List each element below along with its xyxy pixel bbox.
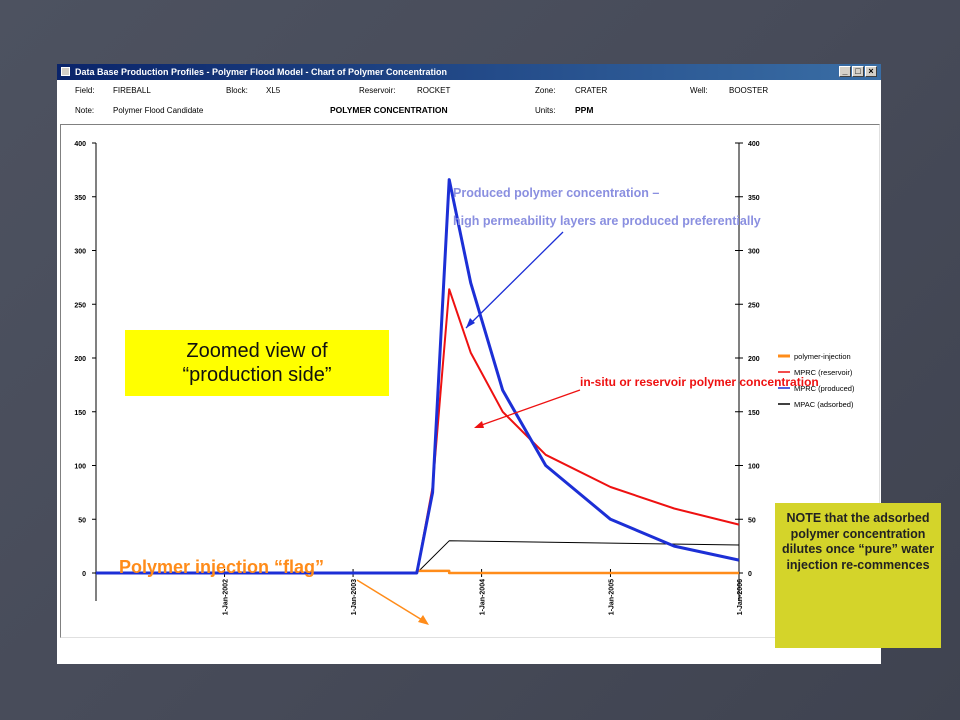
y-tick-label-left: 150: [74, 410, 86, 417]
insitu-annotation: in-situ or reservoir polymer concentrati…: [580, 375, 819, 389]
y-tick-label-right: 250: [748, 302, 760, 309]
y-tick-label-left: 50: [78, 517, 86, 524]
zoom-callout-line1: Zoomed view of: [186, 340, 328, 362]
y-tick-label-right: 350: [748, 195, 760, 202]
y-tick-label-right: 0: [748, 571, 752, 578]
zoom-callout: Zoomed view of “production side”: [125, 330, 389, 396]
y-tick-label-left: 0: [82, 571, 86, 578]
insitu-arrow-head: [474, 421, 484, 428]
zoom-callout-line2: “production side”: [182, 364, 332, 386]
y-tick-label-right: 400: [748, 141, 760, 148]
y-tick-label-left: 100: [74, 464, 86, 471]
note-callout: NOTE that the adsorbed polymer concentra…: [775, 503, 941, 648]
y-tick-label-right: 50: [748, 517, 756, 524]
produced-annotation-line1: Produced polymer concentration –: [453, 186, 660, 200]
produced-arrow: [465, 231, 564, 329]
y-tick-label-left: 400: [74, 141, 86, 148]
x-tick-label: 1-Jan-2004: [480, 579, 487, 615]
y-tick-label-left: 350: [74, 195, 86, 202]
y-tick-label-right: 100: [748, 464, 760, 471]
x-tick-label: 1-Jan-2002: [223, 579, 230, 615]
x-tick-label: 1-Jan-2006: [737, 579, 744, 615]
y-tick-label-left: 300: [74, 249, 86, 256]
y-tick-label-left: 200: [74, 356, 86, 363]
flag-arrow: [356, 579, 428, 624]
legend-label-3: MPAC (adsorbed): [794, 400, 854, 409]
y-tick-label-left: 250: [74, 302, 86, 309]
legend-label-0: polymer-injection: [794, 352, 851, 361]
x-tick-label: 1-Jan-2003: [351, 579, 358, 615]
y-tick-label-right: 200: [748, 356, 760, 363]
y-tick-label-right: 150: [748, 410, 760, 417]
insitu-arrow: [475, 389, 581, 428]
x-tick-label: 1-Jan-2005: [608, 579, 615, 615]
produced-annotation-line2: high permeability layers are produced pr…: [453, 214, 761, 228]
y-tick-label-right: 300: [748, 249, 760, 256]
flag-arrow-head: [418, 615, 429, 625]
produced-arrow-head: [466, 318, 475, 328]
injection-flag-label: Polymer injection “flag”: [119, 557, 325, 577]
